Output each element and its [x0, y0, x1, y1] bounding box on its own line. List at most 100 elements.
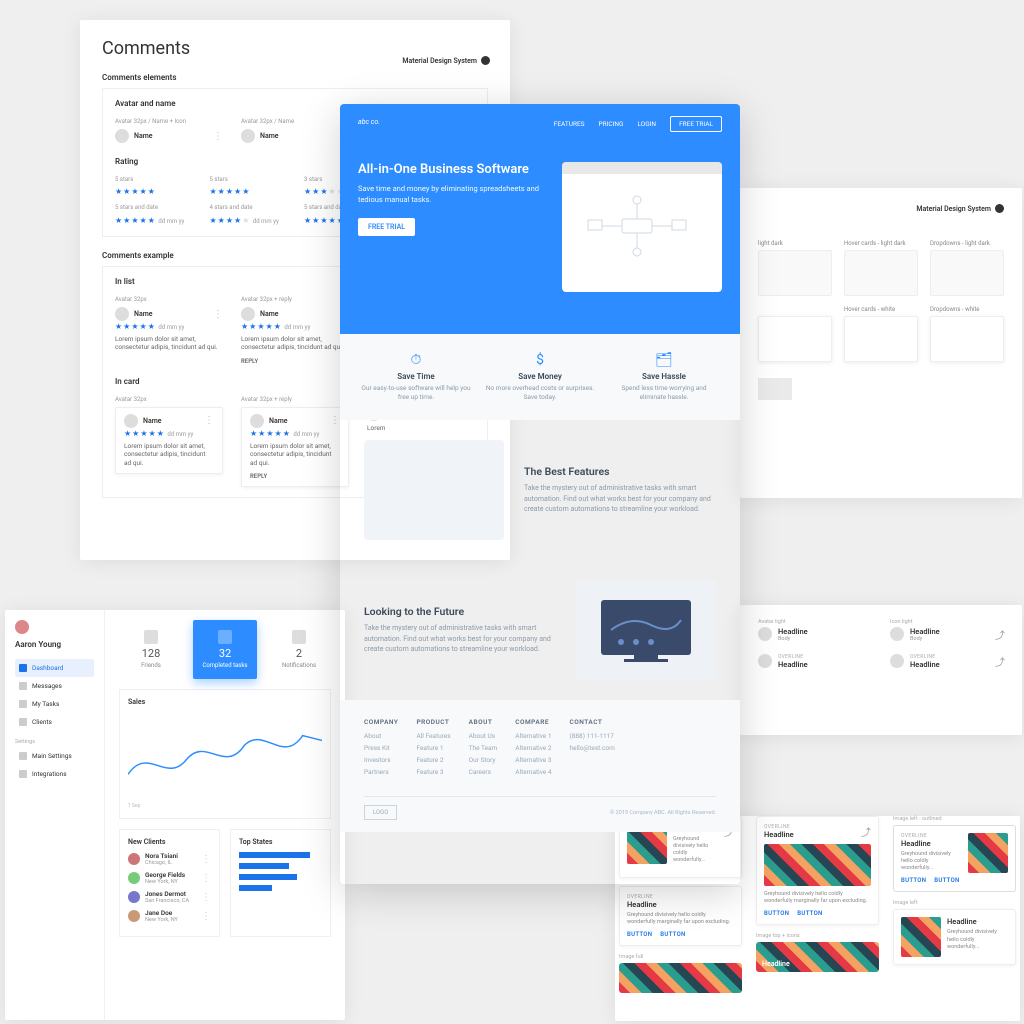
footer-link[interactable]: About Us — [469, 732, 498, 740]
footer-col-title: ABOUT — [469, 718, 498, 726]
section-illustration — [364, 440, 504, 540]
nav-settings[interactable]: Main Settings — [15, 747, 94, 765]
card-placeholder — [758, 250, 832, 296]
footer-link[interactable]: Feature 3 — [416, 768, 450, 776]
card-image — [968, 833, 1008, 873]
avatar-icon — [890, 627, 904, 641]
check-icon — [218, 630, 232, 644]
clock-icon: ⏱ — [360, 352, 472, 368]
copyright: © 2019 Company ABC. All Rights Reserved. — [610, 810, 716, 816]
mds-label: Material Design System — [916, 204, 1004, 213]
footer-link[interactable]: Alternative 1 — [515, 732, 551, 740]
card-placeholder — [844, 316, 918, 362]
section-elements: Comments elements — [102, 73, 488, 82]
section-best-features: The Best FeaturesTake the mystery out of… — [340, 420, 740, 560]
share-icon[interactable]: ⤴ — [995, 654, 1004, 663]
features-row: ⏱Save TimeOur easy-to-use software will … — [340, 334, 740, 420]
card-button[interactable]: BUTTON — [797, 910, 822, 917]
grey-block — [758, 378, 792, 400]
client-row[interactable]: George FieldsNew York, NY⋮ — [128, 871, 211, 885]
nav-tasks[interactable]: My Tasks — [15, 695, 94, 713]
reply-button[interactable]: REPLY — [241, 358, 349, 365]
dollar-icon: $ — [484, 352, 596, 368]
footer-link[interactable]: Feature 1 — [416, 744, 450, 752]
stat-notifications[interactable]: 2Notifications — [267, 620, 331, 679]
footer-link[interactable]: (888) 111-1117 — [570, 732, 615, 740]
footer-link[interactable]: Press Kit — [364, 744, 398, 752]
card-placeholder — [844, 250, 918, 296]
cta-free-trial[interactable]: FREE TRIAL — [358, 218, 415, 236]
avatar-icon — [241, 129, 255, 143]
nav-messages[interactable]: Messages — [15, 677, 94, 695]
hero-illustration — [562, 162, 722, 292]
footer-link[interactable]: Alternative 4 — [515, 768, 551, 776]
card-placeholder — [930, 250, 1004, 296]
card-button[interactable]: BUTTON — [627, 931, 652, 938]
footer-link[interactable]: The Team — [469, 744, 498, 752]
logo[interactable]: abc co. — [358, 118, 380, 126]
share-icon[interactable]: ⤴ — [995, 627, 1004, 636]
footer-col-title: PRODUCT — [416, 718, 450, 726]
nav-login[interactable]: LOGIN — [637, 120, 656, 128]
footer-link[interactable]: Careers — [469, 768, 498, 776]
footer-col-title: CONTACT — [570, 718, 615, 726]
nav-pricing[interactable]: PRICING — [599, 120, 624, 128]
card[interactable]: OVERLINEHeadline Greyhound divisively he… — [619, 886, 742, 946]
user-name[interactable]: Aaron Young — [15, 640, 94, 649]
card-button[interactable]: BUTTON — [764, 910, 789, 917]
footer-link[interactable]: hello@test.com — [570, 744, 615, 752]
card-button[interactable]: BUTTON — [901, 877, 926, 884]
hero-section: abc co. FEATURES PRICING LOGIN FREE TRIA… — [340, 104, 740, 334]
nav-clients[interactable]: Clients — [15, 713, 94, 731]
nav-integrations[interactable]: Integrations — [15, 765, 94, 783]
nav-dashboard[interactable]: Dashboard — [15, 659, 94, 677]
card-image: Headline — [756, 942, 879, 972]
avatar-icon — [758, 654, 772, 668]
footer-link[interactable]: Alternative 2 — [515, 744, 551, 752]
people-icon — [144, 630, 158, 644]
card[interactable]: OVERLINEHeadline⤴ Greyhound divisively h… — [756, 816, 879, 925]
stat-tasks[interactable]: 32Completed tasks — [193, 620, 257, 679]
card-button[interactable]: BUTTON — [660, 931, 685, 938]
dashboard-panel: Aaron Young Dashboard Messages My Tasks … — [5, 610, 345, 1020]
client-row[interactable]: Jane DoeNew York, NY⋮ — [128, 909, 211, 923]
card-image — [901, 917, 941, 957]
footer-link[interactable]: Our Story — [469, 756, 498, 764]
share-icon[interactable]: ⤴ — [861, 824, 871, 839]
nav-free-trial[interactable]: FREE TRIAL — [670, 116, 722, 132]
top-states: Top States — [230, 829, 331, 937]
bell-icon — [292, 630, 306, 644]
hero-title: All-in-One Business Software — [358, 162, 546, 177]
top-nav: FEATURES PRICING LOGIN FREE TRIAL — [358, 116, 722, 132]
nav-features[interactable]: FEATURES — [554, 120, 585, 128]
client-row[interactable]: Nora TsianiChicago, IL⋮ — [128, 852, 211, 866]
sidebar: Aaron Young Dashboard Messages My Tasks … — [5, 610, 105, 1020]
feature-time: ⏱Save TimeOur easy-to-use software will … — [354, 352, 478, 402]
star-icon: ★★★★★ — [115, 187, 192, 196]
avatar-icon — [890, 654, 904, 668]
card-button[interactable]: BUTTON — [934, 877, 959, 884]
card-image — [619, 963, 742, 993]
section-future: Looking to the FutureTake the mystery ou… — [340, 560, 740, 700]
card[interactable]: HeadlineGreyhound divisively hello coldl… — [893, 909, 1016, 965]
footer-link[interactable]: Feature 2 — [416, 756, 450, 764]
avatar-icon — [758, 627, 772, 641]
footer-link[interactable]: Partners — [364, 768, 398, 776]
hero-subtitle: Save time and money by eliminating sprea… — [358, 183, 546, 206]
stat-friends[interactable]: 128Friends — [119, 620, 183, 679]
footer: COMPANYAboutPress KitInvestorsPartnersPR… — [340, 700, 740, 832]
dashboard-main: 128Friends 32Completed tasks 2Notificati… — [105, 610, 345, 947]
client-row[interactable]: Jones DermotSan Francisco, CA⋮ — [128, 890, 211, 904]
footer-logo[interactable]: LOGO — [364, 805, 397, 820]
feature-hassle: 🗂Save HassleSpend less time worrying and… — [602, 352, 726, 402]
reply-button[interactable]: REPLY — [250, 473, 340, 480]
footer-link[interactable]: All Features — [416, 732, 450, 740]
new-clients: New Clients Nora TsianiChicago, IL⋮ Geor… — [119, 829, 220, 937]
mds-label: Material Design System — [402, 56, 490, 65]
footer-link[interactable]: Alternative 3 — [515, 756, 551, 764]
footer-link[interactable]: Investors — [364, 756, 398, 764]
user-avatar[interactable] — [15, 620, 29, 634]
card[interactable]: OVERLINEHeadlineGreyhound divisively hel… — [893, 825, 1016, 892]
footer-link[interactable]: About — [364, 732, 398, 740]
avatar-icon — [115, 129, 129, 143]
